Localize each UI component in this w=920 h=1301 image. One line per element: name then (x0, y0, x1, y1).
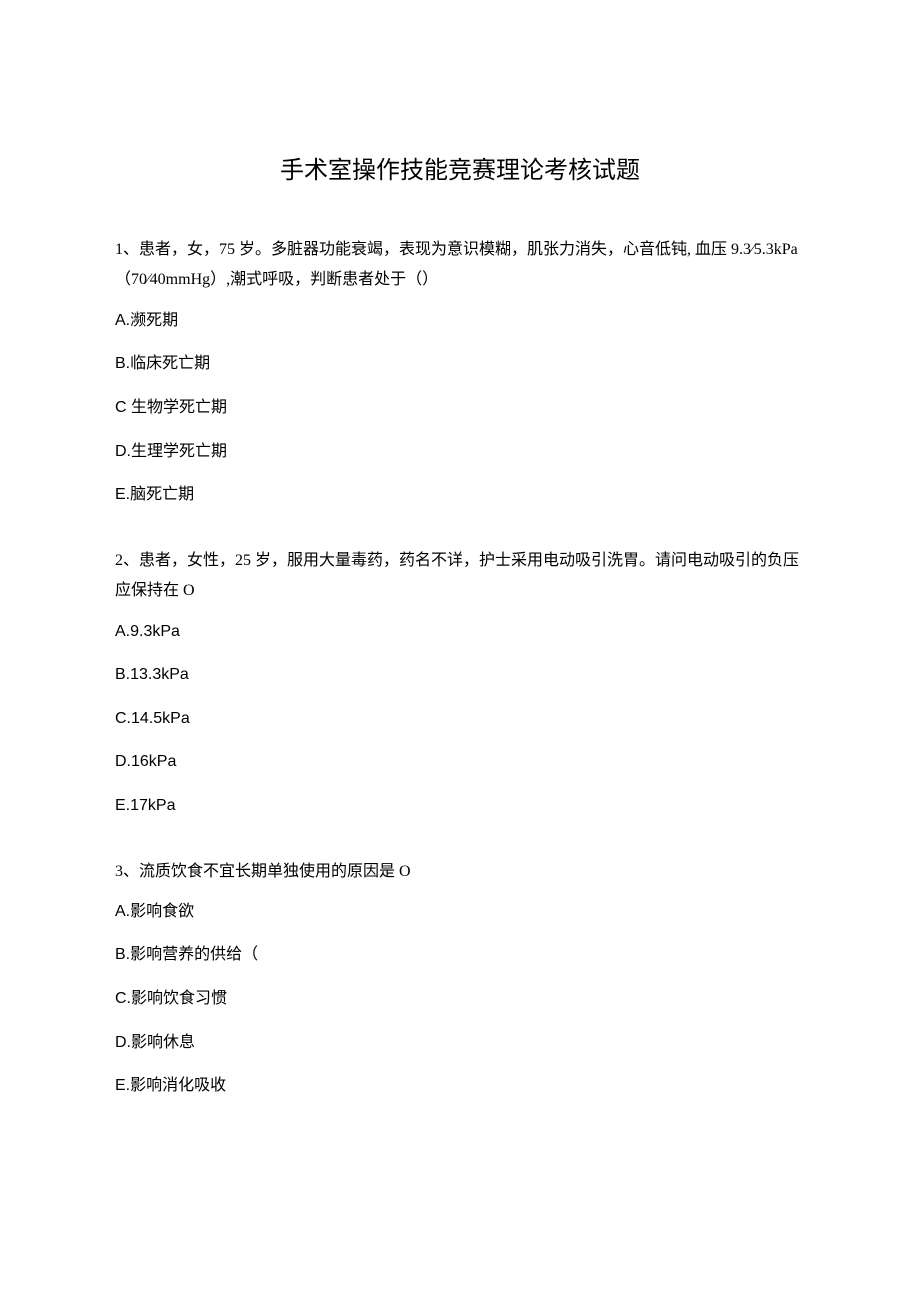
option-e: E.脑死亡期 (115, 482, 805, 508)
question-block-2: 2、患者，女性，25 岁，服用大量毒药，药名不详，护士采用电动吸引洗胃。请问电动… (115, 546, 805, 819)
question-content: 患者，女性，25 岁，服用大量毒药，药名不详，护士采用电动吸引洗胃。请问电动吸引… (115, 552, 799, 599)
option-a: A.影响食欲 (115, 899, 805, 925)
option-c: C.影响饮食习惯 (115, 986, 805, 1012)
option-c: C.14.5kPa (115, 706, 805, 732)
option-d: D.16kPa (115, 749, 805, 775)
question-content: 患者，女，75 岁。多脏器功能衰竭，表现为意识模糊，肌张力消失，心音低钝, 血压… (115, 241, 798, 288)
option-e: E.17kPa (115, 793, 805, 819)
document-title: 手术室操作技能竞赛理论考核试题 (115, 150, 805, 185)
question-text: 1、患者，女，75 岁。多脏器功能衰竭，表现为意识模糊，肌张力消失，心音低钝, … (115, 235, 805, 296)
question-text: 2、患者，女性，25 岁，服用大量毒药，药名不详，护士采用电动吸引洗胃。请问电动… (115, 546, 805, 607)
question-number: 1、 (115, 241, 139, 258)
question-content: 流质饮食不宜长期单独使用的原因是 O (139, 863, 411, 880)
option-a: A.濒死期 (115, 308, 805, 334)
question-number: 3、 (115, 863, 139, 880)
question-number: 2、 (115, 552, 139, 569)
question-text: 3、流质饮食不宜长期单独使用的原因是 O (115, 857, 805, 887)
option-e: E.影响消化吸收 (115, 1073, 805, 1099)
option-a: A.9.3kPa (115, 619, 805, 645)
question-block-1: 1、患者，女，75 岁。多脏器功能衰竭，表现为意识模糊，肌张力消失，心音低钝, … (115, 235, 805, 508)
option-b: B.影响营养的供给（ (115, 942, 805, 968)
option-d: D.影响休息 (115, 1030, 805, 1056)
option-c: C 生物学死亡期 (115, 395, 805, 421)
option-b: B.临床死亡期 (115, 351, 805, 377)
option-b: B.13.3kPa (115, 662, 805, 688)
option-d: D.生理学死亡期 (115, 439, 805, 465)
question-block-3: 3、流质饮食不宜长期单独使用的原因是 O A.影响食欲 B.影响营养的供给（ C… (115, 857, 805, 1099)
